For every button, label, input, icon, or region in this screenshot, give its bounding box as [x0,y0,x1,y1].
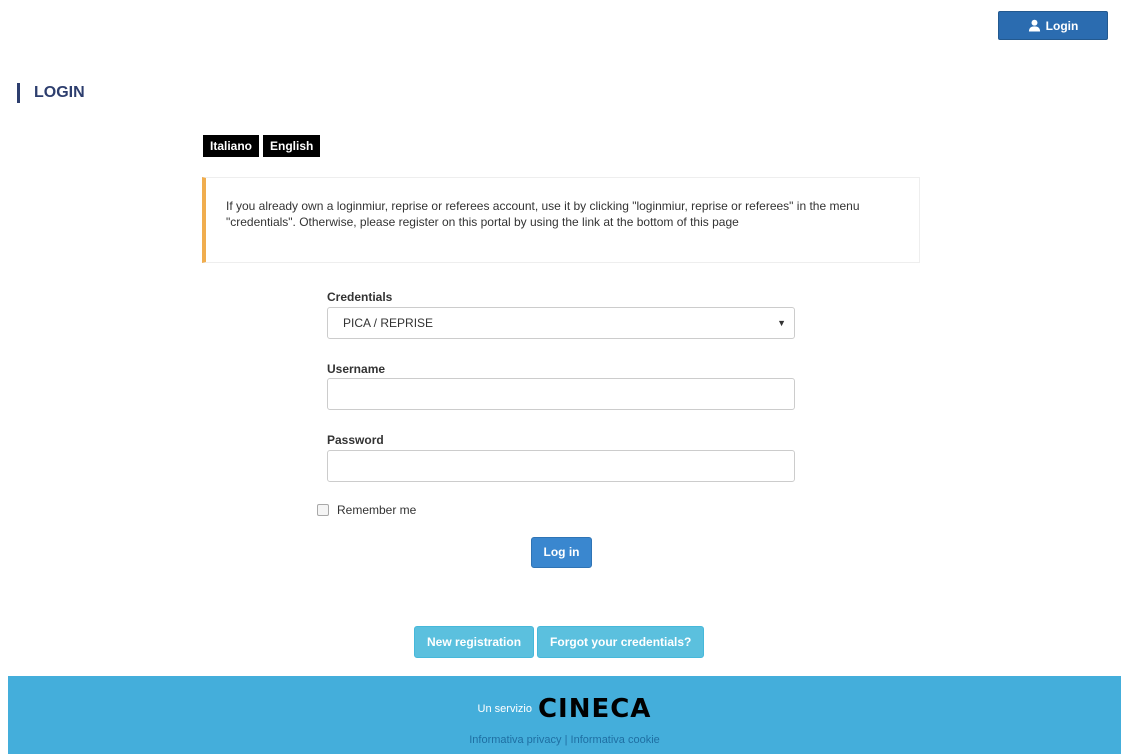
password-label: Password [327,433,384,447]
language-switcher: Italiano English [203,135,321,157]
username-input[interactable] [327,378,795,410]
footer-brand: Un servizio CINECA [8,694,1121,724]
user-icon [1028,19,1040,32]
language-english-button[interactable]: English [263,135,321,157]
log-in-button[interactable]: Log in [531,537,592,568]
footer-link-separator: | [564,734,568,746]
header-login-button[interactable]: Login [998,11,1108,40]
page-title: LOGIN [17,83,85,103]
new-registration-button[interactable]: New registration [414,626,535,658]
chevron-down-icon: ▼ [777,318,786,328]
password-input[interactable] [327,450,795,482]
forgot-credentials-button[interactable]: Forgot your credentials? [537,626,705,658]
footer: Un servizio CINECA Informativa privacy |… [8,676,1121,754]
remember-me-row: Remember me [317,503,416,517]
login-notice-text: If you already own a loginmiur, reprise … [226,199,860,229]
privacy-link[interactable]: Informativa privacy [469,734,561,746]
login-notice: If you already own a loginmiur, reprise … [202,177,920,263]
credentials-selected-value: PICA / REPRISE [343,316,434,330]
cookie-link[interactable]: Informativa cookie [571,734,660,746]
remember-me-checkbox[interactable] [317,504,329,516]
account-actions: New registration Forgot your credentials… [414,626,705,658]
footer-service-prefix: Un servizio [477,703,532,715]
credentials-select[interactable]: PICA / REPRISE ▼ [327,307,795,339]
language-italiano-button[interactable]: Italiano [203,135,260,157]
header-login-label: Login [1045,18,1079,33]
remember-me-label: Remember me [337,503,417,517]
cineca-logo: CINECA [537,694,652,724]
credentials-label: Credentials [327,290,393,304]
footer-links: Informativa privacy | Informativa cookie [8,734,1121,746]
username-label: Username [327,362,386,376]
